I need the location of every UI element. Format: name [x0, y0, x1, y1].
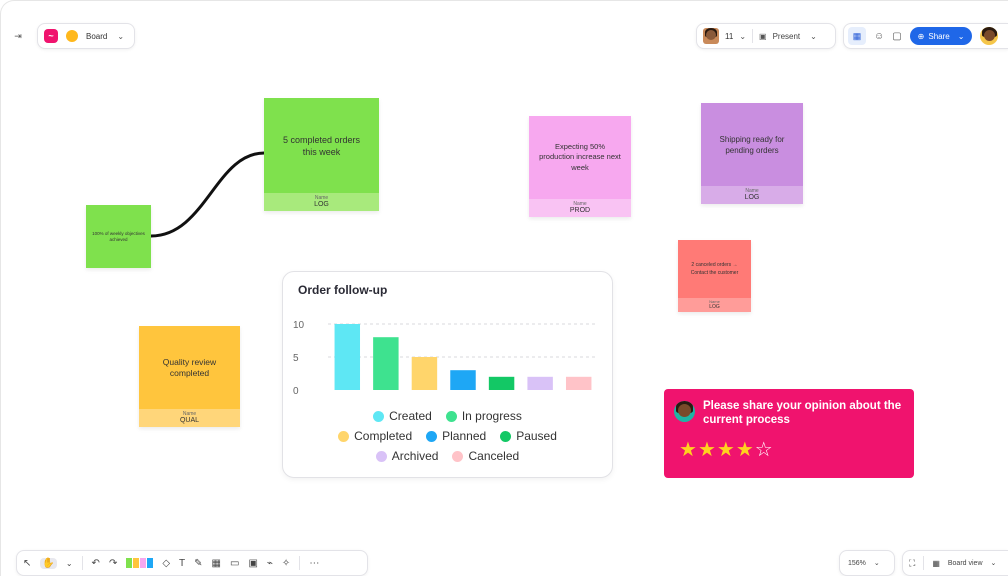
legend-item-canceled: Canceled: [452, 449, 519, 463]
view-toolbar: ⛶ ▦ Board view ⌄: [902, 550, 1008, 576]
sticky-note-production[interactable]: Expecting 50% production increase next w…: [529, 116, 631, 217]
divider: [923, 556, 925, 570]
star-icon[interactable]: ★: [717, 439, 736, 461]
feedback-avatar: [674, 401, 695, 422]
board-view-icon: ▦: [932, 558, 940, 568]
order-followup-chart[interactable]: Order follow-up 10 5 0 Created In progress…: [282, 271, 613, 478]
sticky-note-weekly-objectives[interactable]: 100% of weekly objectives achieved: [86, 205, 151, 268]
sticky-footer-value: LOG: [709, 304, 720, 310]
card-tool-icon[interactable]: ▣: [248, 558, 257, 569]
board-view-button[interactable]: Board view: [948, 560, 983, 567]
undo-icon[interactable]: ↶: [92, 558, 100, 569]
y-tick-label: 10: [293, 320, 305, 331]
sticky-footer-value: LOG: [744, 194, 760, 201]
bar-canceled[interactable]: [565, 376, 592, 390]
redo-icon[interactable]: ↷: [109, 558, 117, 569]
more-tools-icon[interactable]: ⋯: [309, 558, 319, 569]
divider: [299, 556, 301, 570]
star-icon[interactable]: ☆: [755, 439, 774, 461]
chart-legend: Created In progress Completed Planned Pa…: [283, 408, 612, 468]
legend-item-in-progress: In progress: [445, 409, 522, 423]
hand-tool-icon[interactable]: ✋: [40, 557, 57, 569]
sticky-note-quality[interactable]: Quality review completed Name QUAL: [139, 326, 240, 427]
sticky-note-completed-orders[interactable]: 5 completed orders this week Name LOG: [264, 98, 379, 211]
zoom-control[interactable]: 156% ⌄: [839, 550, 895, 576]
sticky-footer-value: PROD: [569, 207, 591, 214]
legend-item-paused: Paused: [500, 429, 557, 443]
text-tool-icon[interactable]: T: [179, 558, 185, 569]
table-tool-icon[interactable]: ▦: [212, 558, 221, 569]
bar-completed[interactable]: [411, 357, 438, 390]
zoom-level: 156%: [848, 559, 866, 567]
divider: [81, 556, 83, 570]
sticky-footer-value: QUAL: [179, 417, 200, 424]
legend-item-planned: Planned: [426, 429, 486, 443]
y-tick-label: 0: [293, 386, 299, 397]
legend-item-created: Created: [373, 409, 432, 423]
feedback-question: Please share your opinion about the curr…: [703, 400, 902, 426]
bar-chart: 10 5 0: [293, 320, 598, 397]
sticky-text: Quality review completed: [162, 356, 217, 378]
chevron-down-icon: ⌄: [873, 560, 880, 567]
shapes-tool-icon[interactable]: ◇: [162, 558, 170, 569]
feedback-card[interactable]: Please share your opinion about the curr…: [664, 389, 914, 478]
legend-item-archived: Archived: [375, 449, 438, 463]
sticky-note-canceled[interactable]: 2 canceled orders → Contact the customer…: [678, 240, 751, 312]
sticky-text: Expecting 50% production increase next w…: [539, 141, 621, 172]
bar-archived[interactable]: [527, 376, 553, 390]
star-icon[interactable]: ★: [698, 439, 717, 461]
ai-tool-icon[interactable]: ✧: [282, 558, 290, 569]
sticky-text: 5 completed orders this week: [282, 134, 361, 157]
sticky-text: 100% of weekly objectives achieved: [92, 230, 145, 242]
sticky-text: 2 canceled orders → Contact the customer: [690, 262, 739, 276]
star-rating[interactable]: ★★★★☆: [679, 437, 774, 462]
board-canvas[interactable]: ⇥ ~ Board ⌄ 11 ⌄ ▣ Present ⌄ ▦ ☺ ▢ ⊕ Sha…: [0, 0, 1008, 576]
star-icon[interactable]: ★: [679, 439, 698, 461]
bar-in-progress[interactable]: [373, 337, 399, 390]
fit-screen-icon[interactable]: ⛶: [909, 558, 915, 569]
pen-tool-icon[interactable]: ✎: [194, 558, 202, 569]
sticky-footer-value: LOG: [314, 201, 329, 208]
y-tick-label: 5: [293, 353, 299, 364]
sticky-note-shipping[interactable]: Shipping ready for pending orders Name L…: [701, 103, 803, 204]
bar-planned[interactable]: [450, 370, 476, 390]
sticky-text: Shipping ready for pending orders: [719, 134, 785, 155]
sticky-notes-tool-icon[interactable]: [126, 558, 154, 568]
legend-item-completed: Completed: [338, 429, 412, 443]
chevron-down-icon[interactable]: ⌄: [66, 559, 73, 568]
tools-toolbar: ↖ ✋ ⌄ ↶ ↷ ◇ T ✎ ▦ ▭ ▣ ⌁ ✧ ⋯: [16, 550, 368, 576]
chevron-down-icon[interactable]: ⌄: [991, 559, 997, 567]
select-tool-icon[interactable]: ↖: [23, 558, 31, 569]
connector-tool-icon[interactable]: ⌁: [267, 558, 273, 569]
bar-paused[interactable]: [488, 376, 515, 390]
bar-created[interactable]: [334, 324, 361, 390]
star-icon[interactable]: ★: [736, 439, 755, 461]
comment-tool-icon[interactable]: ▭: [230, 558, 239, 569]
